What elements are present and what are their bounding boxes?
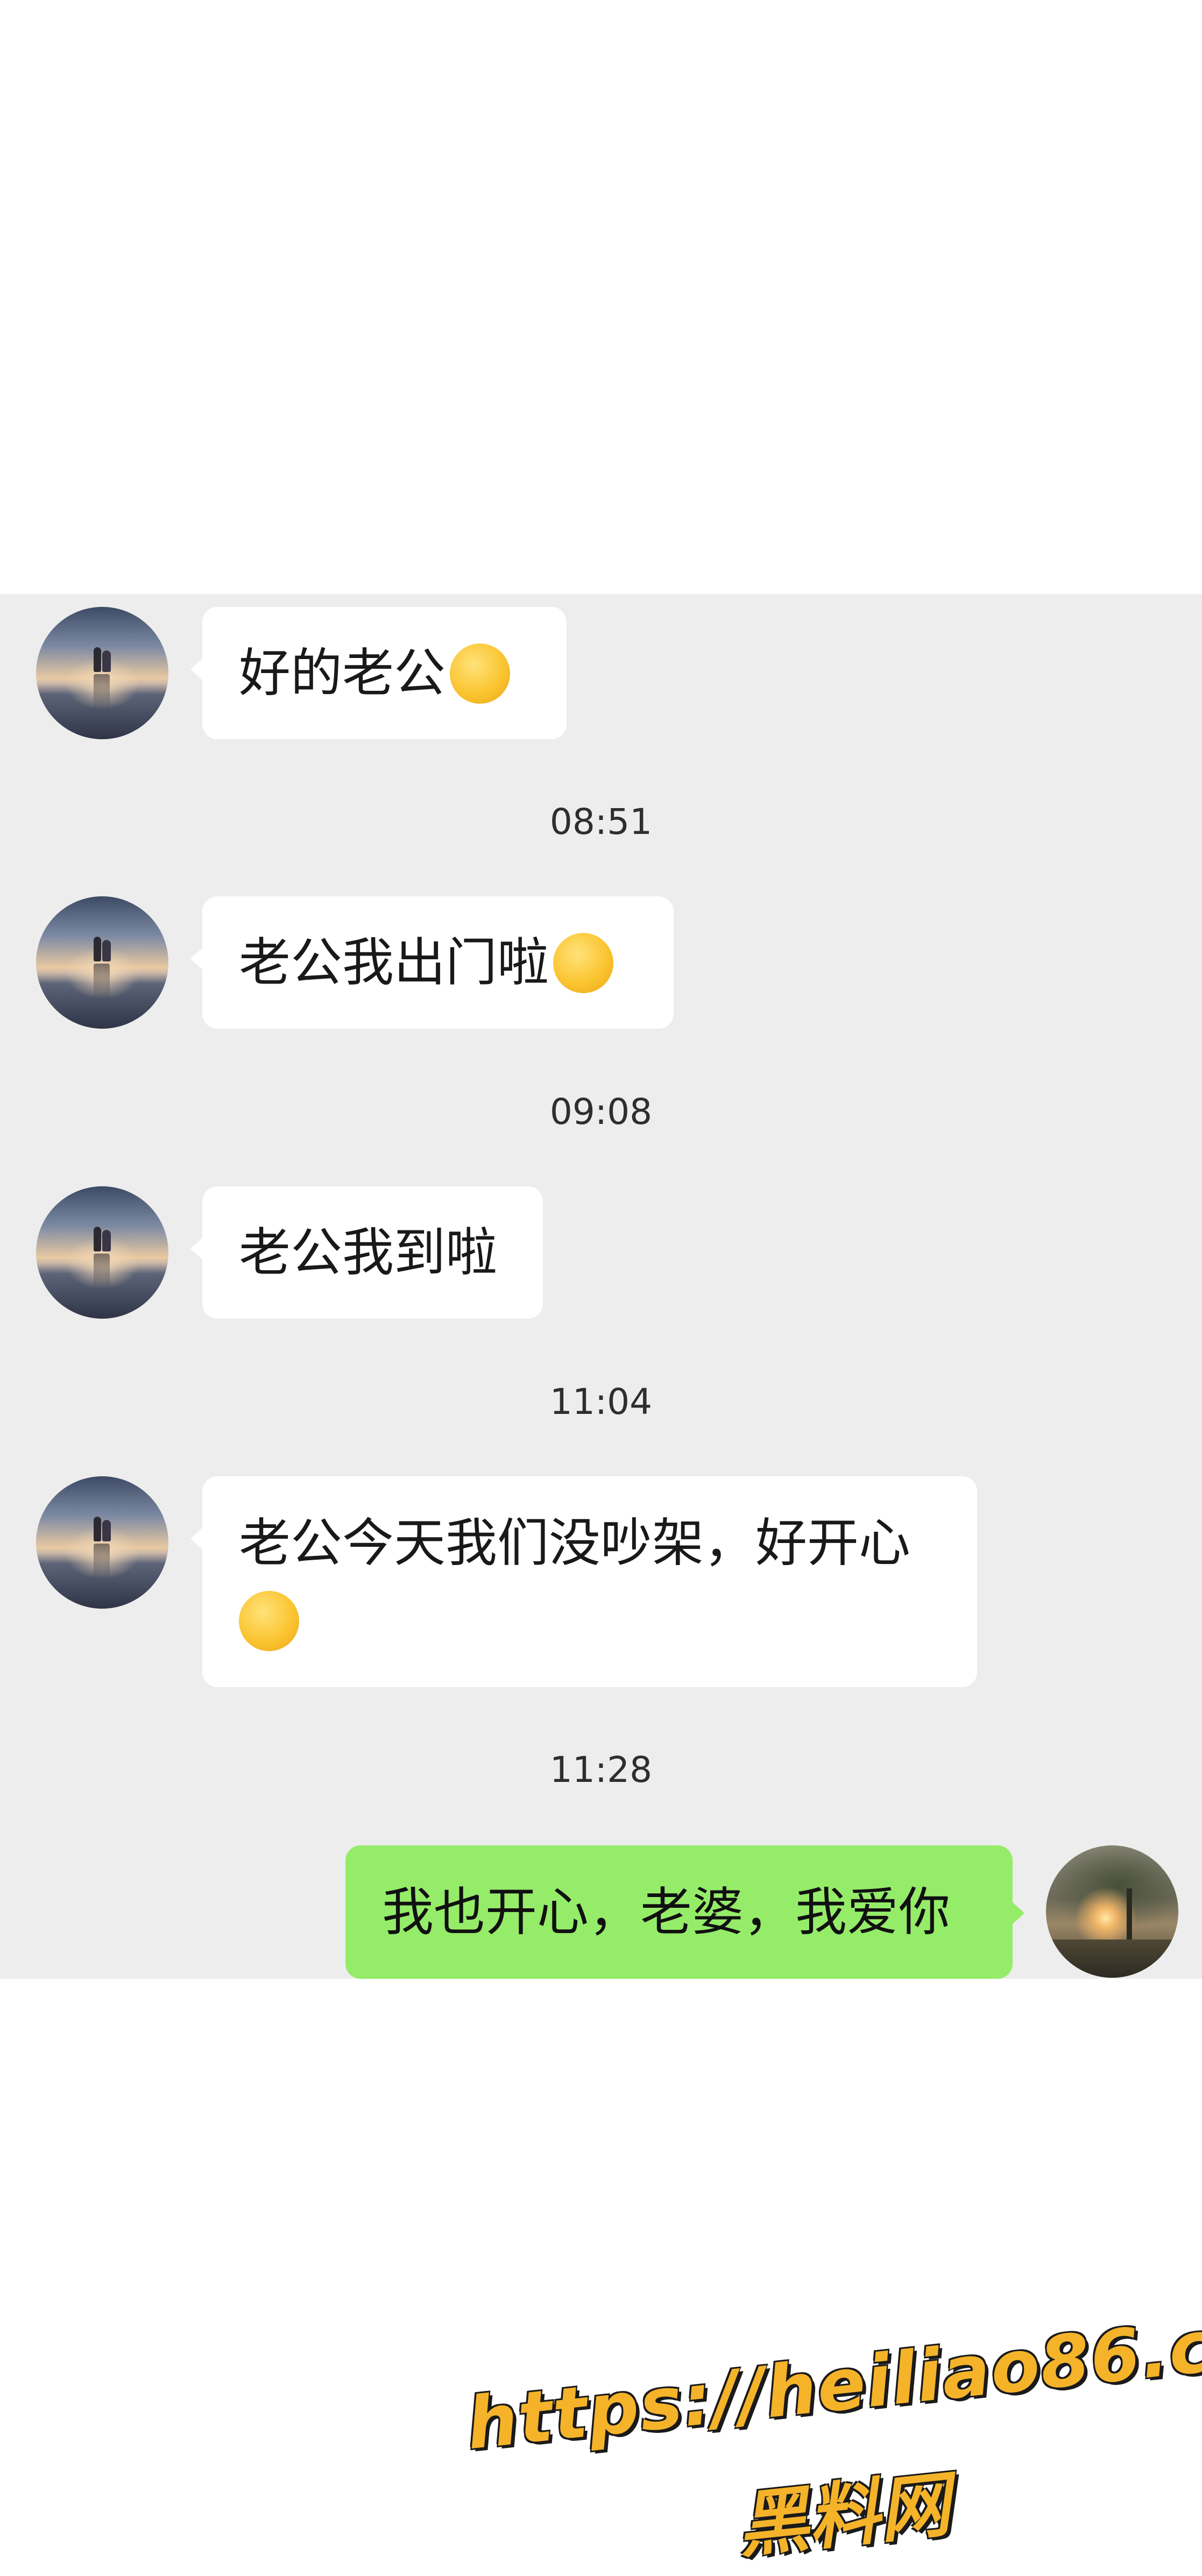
contact-avatar[interactable] [36,607,168,739]
message-timestamp: 11:04 [549,1381,653,1423]
message-text: 老公今天我们没吵架，好开心 [239,1513,910,1573]
message-bubble[interactable]: 老公我出门啦 [190,896,674,1029]
message-text: 好的老公 [239,643,446,703]
contact-avatar[interactable] [36,1186,168,1319]
message-bubble[interactable]: 老公今天我们没吵架，好开心 [190,1476,977,1687]
tree-silhouette [1127,1888,1132,1948]
message-timestamp: 08:51 [549,801,653,843]
contact-avatar[interactable] [36,1476,168,1609]
message-text: 老公我出门啦 [239,932,549,993]
watermark-name: 黑料网 [733,2463,954,2568]
message-bubble[interactable]: 好的老公 [190,607,567,739]
kissing-closed-eyes-emoji [450,643,510,704]
message-timestamp: 11:28 [549,1749,653,1791]
message-timestamp: 09:08 [549,1091,653,1133]
contact-avatar[interactable] [36,896,168,1029]
message-bubble-outgoing[interactable]: 我也开心，老婆，我爱你 [345,1845,1024,1979]
message-bubble[interactable]: 老公我到啦 [190,1186,543,1319]
smiling-face-emoji [553,932,613,993]
my-avatar[interactable] [1046,1845,1178,1978]
smiling-eyes-emoji [239,1590,299,1651]
message-text: 我也开心，老婆，我爱你 [382,1882,950,1942]
message-text: 老公我到啦 [239,1222,497,1283]
watermark-url: https://heiliao86.com [463,2292,1202,2466]
